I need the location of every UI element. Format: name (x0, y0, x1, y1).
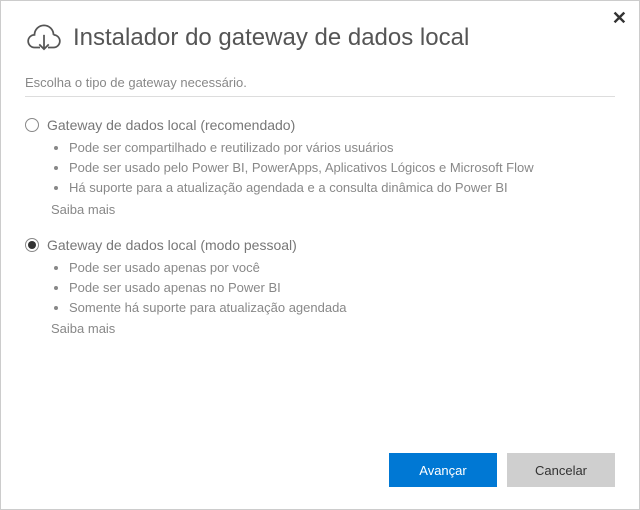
radio-icon (25, 118, 39, 132)
option-bullets: Pode ser usado apenas por você Pode ser … (69, 259, 615, 318)
learn-more-link[interactable]: Saiba mais (51, 202, 615, 217)
cloud-download-icon (25, 19, 63, 57)
bullet-item: Pode ser usado pelo Power BI, PowerApps,… (69, 159, 615, 177)
bullet-item: Somente há suporte para atualização agen… (69, 299, 615, 317)
page-title: Instalador do gateway de dados local (73, 24, 469, 52)
options-group: Gateway de dados local (recomendado) Pod… (1, 97, 639, 336)
radio-recommended[interactable]: Gateway de dados local (recomendado) (25, 117, 615, 133)
footer: Avançar Cancelar (389, 453, 615, 487)
bullet-item: Pode ser compartilhado e reutilizado por… (69, 139, 615, 157)
option-label: Gateway de dados local (modo pessoal) (47, 237, 297, 253)
bullet-item: Pode ser usado apenas por você (69, 259, 615, 277)
radio-icon (25, 238, 39, 252)
cancel-button[interactable]: Cancelar (507, 453, 615, 487)
bullet-item: Há suporte para a atualização agendada e… (69, 179, 615, 197)
learn-more-link[interactable]: Saiba mais (51, 321, 615, 336)
header: Instalador do gateway de dados local (1, 1, 639, 57)
subtitle: Escolha o tipo de gateway necessário. (25, 75, 615, 90)
radio-personal[interactable]: Gateway de dados local (modo pessoal) (25, 237, 615, 253)
option-label: Gateway de dados local (recomendado) (47, 117, 295, 133)
option-recommended: Gateway de dados local (recomendado) Pod… (25, 117, 615, 217)
option-personal: Gateway de dados local (modo pessoal) Po… (25, 237, 615, 337)
option-bullets: Pode ser compartilhado e reutilizado por… (69, 139, 615, 198)
next-button[interactable]: Avançar (389, 453, 497, 487)
bullet-item: Pode ser usado apenas no Power BI (69, 279, 615, 297)
